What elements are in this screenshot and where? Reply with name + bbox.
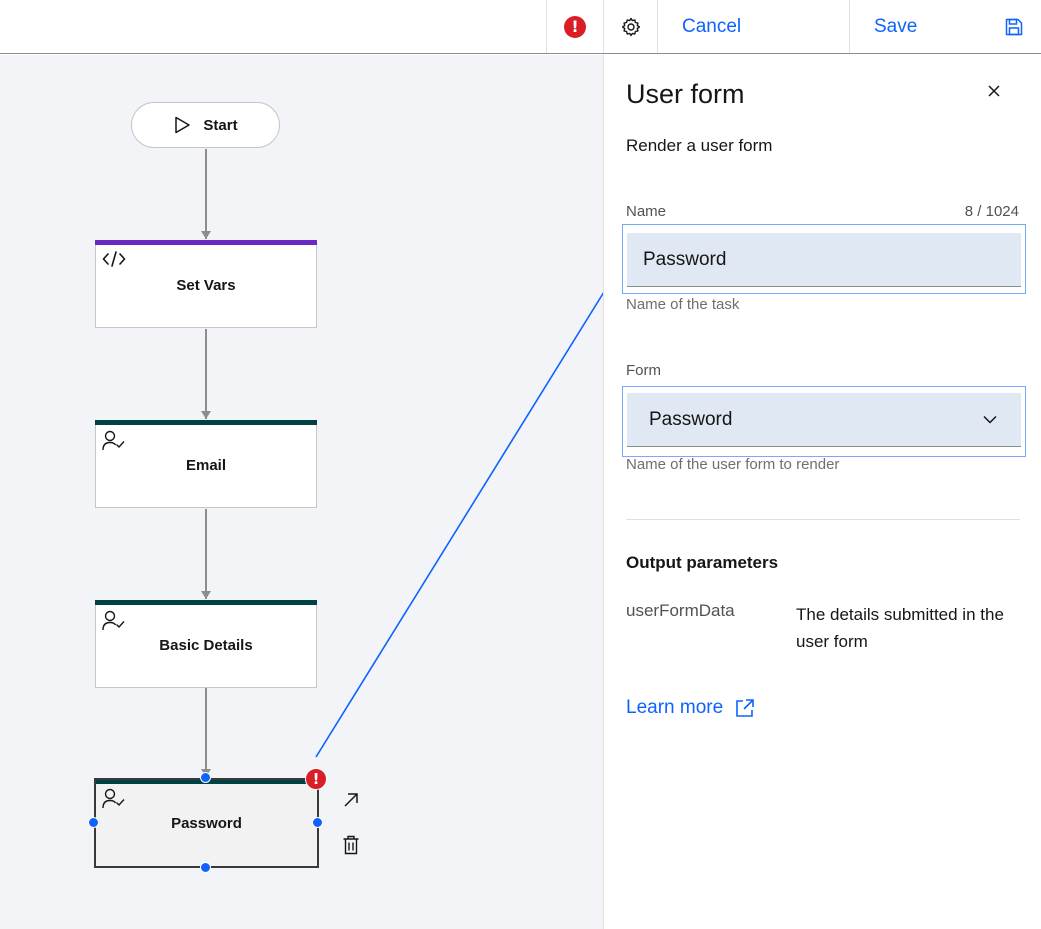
user-task-icon	[102, 788, 125, 809]
trash-icon	[343, 835, 359, 855]
form-select[interactable]: Password	[627, 393, 1021, 447]
output-parameters-heading: Output parameters	[626, 553, 779, 572]
error-indicator-button[interactable]: !	[546, 0, 603, 53]
start-node-label: Start	[203, 116, 238, 134]
form-field-focus-ring: Password	[622, 386, 1026, 457]
task-type-bar	[95, 420, 317, 425]
task-node-label: Password	[171, 815, 242, 832]
save-icon	[1005, 18, 1023, 35]
chevron-down-icon	[983, 415, 997, 424]
flow-canvas[interactable]: Start Set Vars Email Basic Details Passw…	[0, 55, 603, 929]
close-panel-button[interactable]	[982, 79, 1006, 103]
connection-handle-right[interactable]	[312, 817, 323, 828]
learn-more-label: Learn more	[626, 697, 724, 718]
task-node-label: Set Vars	[176, 277, 236, 294]
arrow-up-right-icon	[344, 793, 358, 807]
output-param-name: userFormData	[626, 601, 735, 620]
play-icon	[175, 116, 191, 134]
name-field-label: Name	[626, 203, 667, 220]
task-node-basic-details[interactable]: Basic Details	[95, 600, 317, 688]
node-error-icon[interactable]: !	[305, 768, 327, 790]
task-type-bar	[95, 240, 317, 245]
form-field-label: Form	[626, 362, 661, 379]
learn-more-link[interactable]: Learn more	[626, 697, 755, 719]
connection-handle-top[interactable]	[200, 772, 211, 783]
panel-description: Render a user form	[626, 136, 773, 155]
save-button[interactable]: Save	[849, 0, 1041, 53]
external-link-icon	[736, 699, 754, 717]
form-field-helper: Name of the user form to render	[626, 456, 840, 473]
save-button-label: Save	[874, 15, 918, 37]
properties-panel: User form Render a user form Name 8 / 10…	[603, 55, 1041, 929]
top-toolbar: ! Cancel Save	[0, 0, 1041, 54]
user-task-icon	[102, 430, 125, 451]
task-node-label: Basic Details	[159, 637, 253, 654]
task-node-label: Email	[185, 457, 227, 474]
task-type-bar	[95, 600, 317, 605]
connection-handle-left[interactable]	[88, 817, 99, 828]
output-param-description: The details submitted in the user form	[796, 605, 1004, 651]
delete-node-button[interactable]	[339, 833, 363, 857]
section-divider	[626, 519, 1020, 520]
user-task-icon	[102, 610, 125, 631]
name-input[interactable]: Password	[627, 233, 1021, 287]
name-char-counter: 8 / 1024	[964, 203, 1019, 220]
panel-title: User form	[626, 79, 745, 109]
settings-button[interactable]	[603, 0, 657, 53]
start-node[interactable]: Start	[131, 102, 280, 148]
close-icon	[988, 85, 1000, 97]
name-field-focus-ring: Password	[622, 224, 1026, 294]
task-node-set-vars[interactable]: Set Vars	[95, 240, 317, 328]
code-icon	[102, 251, 126, 267]
error-icon: !	[564, 15, 586, 38]
cancel-button[interactable]: Cancel	[657, 0, 849, 53]
task-node-password[interactable]: Password	[94, 778, 319, 868]
form-select-value: Password	[649, 408, 733, 430]
name-field-helper: Name of the task	[626, 296, 740, 313]
task-node-email[interactable]: Email	[95, 420, 317, 508]
open-node-button[interactable]	[339, 788, 363, 812]
gear-icon	[621, 17, 640, 36]
connection-handle-bottom[interactable]	[200, 862, 211, 873]
